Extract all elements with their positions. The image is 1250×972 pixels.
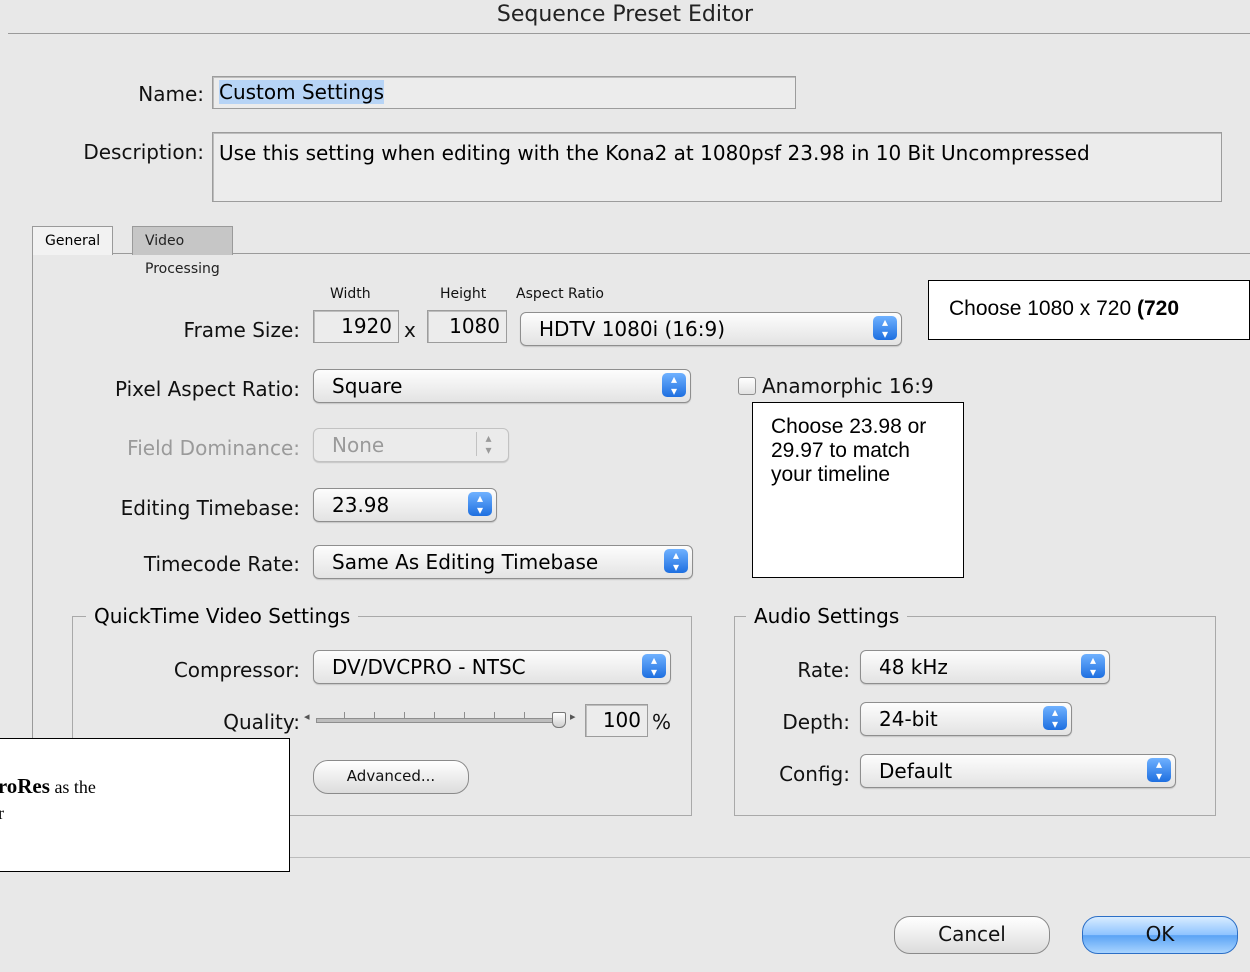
- cancel-button[interactable]: Cancel: [894, 916, 1050, 954]
- compressor-callout-line1: ProRes as the: [0, 773, 289, 800]
- frame-size-callout: Choose 1080 x 720 (720: [928, 280, 1250, 340]
- quicktime-group-title: QuickTime Video Settings: [86, 604, 359, 628]
- slider-tick: [344, 712, 345, 718]
- quality-field[interactable]: 100: [585, 704, 648, 737]
- aspect-ratio-value: HDTV 1080i (16:9): [539, 317, 726, 341]
- slider-tick: [404, 712, 405, 718]
- title-divider: [8, 33, 1250, 34]
- times-label: x: [404, 318, 416, 342]
- height-caption: Height: [440, 286, 487, 302]
- audio-group-title: Audio Settings: [746, 604, 908, 628]
- up-down-arrows-icon: ▴ ▾: [476, 432, 500, 456]
- quality-label: Quality:: [223, 710, 300, 734]
- slider-tick: [464, 712, 465, 718]
- name-field[interactable]: Custom Settings: [212, 76, 796, 109]
- slider-tick: [494, 712, 495, 718]
- pixel-aspect-popup[interactable]: Square ▴ ▾: [313, 369, 691, 403]
- aspect-ratio-popup[interactable]: HDTV 1080i (16:9) ▴ ▾: [520, 312, 902, 346]
- editing-timebase-popup[interactable]: 23.98 ▴ ▾: [313, 488, 497, 522]
- depth-value: 24-bit: [879, 707, 938, 731]
- compressor-callout-bold: ProRes: [0, 774, 50, 798]
- name-value: Custom Settings: [219, 80, 385, 104]
- up-down-arrows-icon: ▴ ▾: [1081, 654, 1105, 678]
- editing-timebase-value: 23.98: [332, 493, 390, 517]
- timecode-rate-value: Same As Editing Timebase: [332, 550, 599, 574]
- field-dominance-value: None: [332, 433, 385, 457]
- slider-tick: [434, 712, 435, 718]
- frame-size-label: Frame Size:: [183, 318, 300, 342]
- slider-tick: [524, 712, 525, 718]
- description-label: Description:: [83, 140, 204, 164]
- anamorphic-label: Anamorphic 16:9: [762, 374, 934, 398]
- slider-thumb[interactable]: [552, 712, 566, 728]
- frame-size-callout-text: Choose 1080 x 720: [949, 297, 1137, 320]
- timecode-rate-popup[interactable]: Same As Editing Timebase ▴ ▾: [313, 545, 693, 579]
- advanced-button[interactable]: Advanced...: [313, 760, 469, 794]
- config-popup[interactable]: Default ▴ ▾: [860, 754, 1176, 788]
- config-value: Default: [879, 759, 953, 783]
- field-dominance-popup[interactable]: None ▴ ▾: [313, 428, 509, 462]
- frame-height-field[interactable]: 1080: [427, 310, 507, 343]
- pixel-aspect-label: Pixel Aspect Ratio:: [115, 377, 300, 401]
- quality-slider[interactable]: ◂ ▸: [304, 710, 582, 730]
- config-label: Config:: [779, 762, 850, 786]
- up-down-arrows-icon: ▴ ▾: [1147, 758, 1171, 782]
- slider-tick: [374, 712, 375, 718]
- compressor-popup[interactable]: DV/DVCPRO - NTSC ▴ ▾: [313, 650, 671, 684]
- pixel-aspect-value: Square: [332, 374, 403, 398]
- width-caption: Width: [330, 286, 371, 302]
- frame-width-field[interactable]: 1920: [313, 310, 399, 343]
- quality-unit: %: [652, 710, 672, 734]
- name-label: Name:: [138, 82, 204, 106]
- ok-button[interactable]: OK: [1082, 916, 1238, 954]
- tab-general[interactable]: General: [32, 226, 114, 255]
- timebase-callout: Choose 23.98 or 29.97 to match your time…: [752, 402, 964, 578]
- up-down-arrows-icon: ▴ ▾: [664, 549, 688, 573]
- rate-popup[interactable]: 48 kHz ▴ ▾: [860, 650, 1110, 684]
- compressor-label: Compressor:: [173, 658, 300, 682]
- editing-timebase-label: Editing Timebase:: [120, 496, 300, 520]
- depth-popup[interactable]: 24-bit ▴ ▾: [860, 702, 1072, 736]
- compressor-callout-rest: as the: [49, 777, 96, 797]
- depth-label: Depth:: [782, 710, 850, 734]
- up-down-arrows-icon: ▴ ▾: [468, 492, 492, 516]
- tab-video-processing[interactable]: Video Processing: [132, 226, 233, 277]
- description-field[interactable]: Use this setting when editing with the K…: [212, 132, 1222, 202]
- slider-right-arrow-icon: ▸: [570, 710, 576, 723]
- rate-value: 48 kHz: [879, 655, 948, 679]
- compressor-callout: ProRes as the or: [0, 738, 290, 872]
- field-dominance-label: Field Dominance:: [127, 436, 300, 460]
- window-title: Sequence Preset Editor: [496, 2, 754, 27]
- rate-label: Rate:: [797, 658, 850, 682]
- up-down-arrows-icon: ▴ ▾: [642, 654, 666, 678]
- anamorphic-checkbox[interactable]: [738, 377, 756, 395]
- slider-left-arrow-icon: ◂: [304, 710, 310, 723]
- compressor-value: DV/DVCPRO - NTSC: [332, 655, 526, 679]
- timecode-rate-label: Timecode Rate:: [143, 552, 300, 576]
- slider-track: [316, 718, 558, 723]
- compressor-callout-line2: or: [0, 800, 289, 826]
- frame-size-callout-bold: (720: [1136, 297, 1180, 320]
- aspect-ratio-caption: Aspect Ratio: [516, 286, 604, 302]
- up-down-arrows-icon: ▴ ▾: [873, 316, 897, 340]
- up-down-arrows-icon: ▴ ▾: [1043, 706, 1067, 730]
- up-down-arrows-icon: ▴ ▾: [662, 373, 686, 397]
